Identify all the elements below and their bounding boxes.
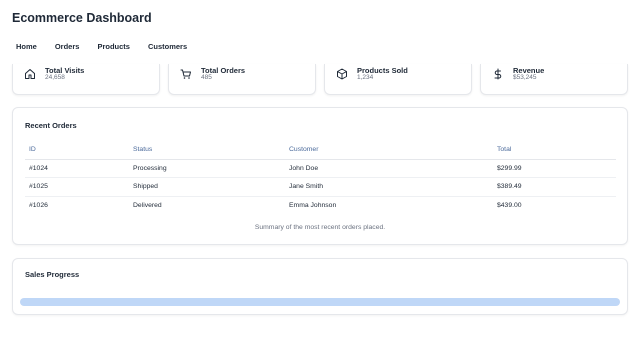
column-header-id: ID [25, 140, 129, 160]
column-header-status: Status [129, 140, 285, 160]
dollar-icon [494, 68, 502, 80]
order-status-cell: Delivered [133, 202, 162, 209]
stat-value: 485 [201, 74, 212, 81]
stat-card-revenue: Revenue $53,245 [480, 64, 628, 95]
order-status-cell: Processing [129, 159, 285, 178]
stat-value: $53,245 [513, 74, 537, 81]
table-row[interactable]: #1026 Delivered Emma Johnson $439.00 [25, 196, 616, 215]
column-header-total: Total [493, 140, 616, 160]
stat-card-visits: Total Visits 24,658 [12, 64, 160, 95]
main-nav: Home Orders Products Customers [16, 42, 205, 51]
order-total-cell: $389.49 [493, 177, 616, 197]
table-header-row: ID Status Customer Total [25, 140, 616, 160]
table-row[interactable]: #1024 Processing John Doe $299.99 [25, 159, 616, 178]
order-customer-cell: Jane Smith [285, 177, 493, 197]
order-id-cell: #1025 [25, 177, 129, 197]
stat-value: 24,658 [45, 74, 65, 81]
stat-value: 1,234 [357, 74, 374, 81]
stat-card-orders: Total Orders 485 [168, 64, 316, 95]
stat-card-products: Products Sold 1,234 [324, 64, 472, 95]
order-customer-cell: John Doe [285, 159, 493, 178]
nav-item-orders[interactable]: Orders [55, 42, 80, 51]
orders-table: ID Status Customer Total #1024 Processin… [25, 140, 616, 215]
nav-item-products[interactable]: Products [97, 42, 130, 51]
order-customer-cell: Emma Johnson [289, 202, 337, 209]
home-icon [25, 69, 35, 79]
table-row[interactable]: #1025 Shipped Jane Smith $389.49 [25, 177, 616, 197]
sales-progress-panel: Sales Progress [12, 258, 628, 315]
box-icon [337, 68, 347, 80]
nav-item-home[interactable]: Home [16, 42, 37, 51]
recent-orders-panel: Recent Orders ID Status Customer Total #… [12, 107, 628, 245]
sales-progress-fill [20, 298, 620, 306]
nav-item-customers[interactable]: Customers [148, 42, 187, 51]
order-id-cell: #1026 [29, 202, 48, 209]
column-header-customer: Customer [285, 140, 493, 160]
recent-orders-title: Recent Orders [25, 121, 77, 130]
order-total-cell: $439.00 [497, 202, 522, 209]
order-total-cell: $299.99 [493, 159, 616, 178]
order-id-cell: #1024 [25, 159, 129, 178]
order-status-cell: Shipped [129, 177, 285, 197]
sales-progress-bar [20, 298, 620, 306]
cart-icon [180, 69, 191, 79]
page-title: Ecommerce Dashboard [12, 11, 152, 25]
sales-progress-title: Sales Progress [25, 270, 80, 279]
table-caption: Summary of the most recent orders placed… [254, 224, 386, 231]
